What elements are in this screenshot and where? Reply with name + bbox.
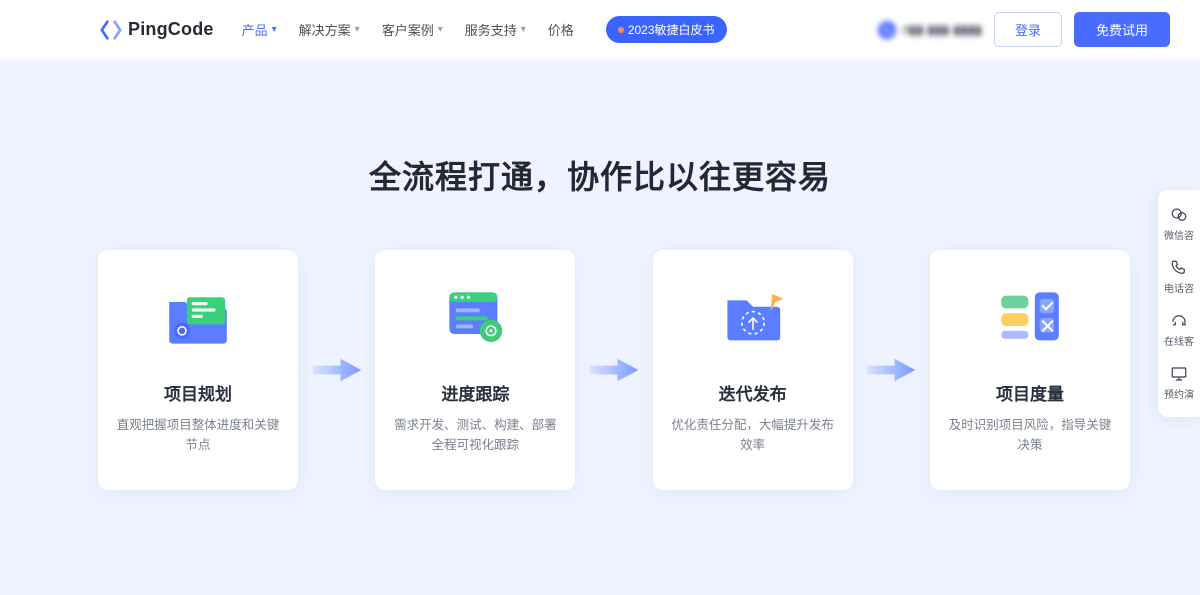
hero-title: 全流程打通，协作比以往更容易 xyxy=(0,152,1200,198)
nav-item-support[interactable]: 服务支持 ▾ xyxy=(465,20,526,39)
nav-item-pricing[interactable]: 价格 xyxy=(548,20,574,39)
headset-icon xyxy=(1170,312,1188,330)
nav-label: 产品 xyxy=(242,20,268,39)
nav-right: 4▮▮-▮▮▮-▮▮▮▮ 登录 免费试用 xyxy=(878,12,1170,47)
nav-label: 客户案例 xyxy=(382,20,434,39)
phone-icon xyxy=(878,21,896,39)
floatbar-label: 微信咨 xyxy=(1164,227,1194,242)
release-deploy-icon xyxy=(713,278,793,358)
badge-label: 2023敏捷白皮书 xyxy=(628,21,715,38)
presentation-icon xyxy=(1170,365,1188,383)
feature-card-planning: 项目规划 直观把握项目整体进度和关键节点 xyxy=(98,250,298,490)
brand-logo[interactable]: PingCode xyxy=(100,19,214,41)
floatbar-label: 在线客 xyxy=(1164,333,1194,348)
floatbar-label: 电话咨 xyxy=(1164,280,1194,295)
card-desc: 及时识别项目风险，指导关键决策 xyxy=(946,415,1114,455)
chevron-down-icon: ▾ xyxy=(355,24,360,35)
chevron-down-icon: ▾ xyxy=(521,24,526,35)
feature-card-tracking: 进度跟踪 需求开发、测试、构建、部署全程可视化跟踪 xyxy=(375,250,575,490)
card-title: 项目度量 xyxy=(996,380,1064,405)
card-desc: 需求开发、测试、构建、部署全程可视化跟踪 xyxy=(391,415,559,455)
card-desc: 优化责任分配，大幅提升发布效率 xyxy=(669,415,837,455)
floatbar-demo[interactable]: 预约演 xyxy=(1158,356,1200,409)
flow-arrow-icon xyxy=(575,250,652,490)
feature-card-metrics: 项目度量 及时识别项目风险，指导关键决策 xyxy=(930,250,1130,490)
floatbar-wechat[interactable]: 微信咨 xyxy=(1158,198,1200,250)
metrics-icon xyxy=(990,278,1070,358)
phone-text: 4▮▮-▮▮▮-▮▮▮▮ xyxy=(902,22,982,38)
chevron-down-icon: ▾ xyxy=(438,24,443,35)
nav-label: 解决方案 xyxy=(299,20,351,39)
main-menu: 产品 ▾ 解决方案 ▾ 客户案例 ▾ 服务支持 ▾ 价格 2023敏捷白皮书 xyxy=(242,16,727,43)
floatbar-phone[interactable]: 电话咨 xyxy=(1158,250,1200,303)
card-desc: 直观把握项目整体进度和关键节点 xyxy=(114,415,282,455)
chevron-down-icon: ▾ xyxy=(272,24,277,35)
floatbar-label: 预约演 xyxy=(1164,386,1194,401)
nav-label: 价格 xyxy=(548,20,574,39)
top-nav: PingCode 产品 ▾ 解决方案 ▾ 客户案例 ▾ 服务支持 ▾ 价格 20… xyxy=(0,0,1200,60)
login-button[interactable]: 登录 xyxy=(994,12,1062,47)
flow-arrow-icon xyxy=(853,250,930,490)
floatbar-chat[interactable]: 在线客 xyxy=(1158,303,1200,356)
feature-row: 项目规划 直观把握项目整体进度和关键节点 进度跟踪 需求开发、测试、构建、部署全… xyxy=(98,250,1130,490)
nav-item-solutions[interactable]: 解决方案 ▾ xyxy=(299,20,360,39)
progress-tracking-icon xyxy=(435,278,515,358)
nav-item-cases[interactable]: 客户案例 ▾ xyxy=(382,20,443,39)
nav-label: 服务支持 xyxy=(465,20,517,39)
phone-number[interactable]: 4▮▮-▮▮▮-▮▮▮▮ xyxy=(878,21,982,39)
brand-icon xyxy=(100,19,122,41)
feature-card-release: 迭代发布 优化责任分配，大幅提升发布效率 xyxy=(653,250,853,490)
phone-icon xyxy=(1170,259,1188,277)
card-title: 迭代发布 xyxy=(719,380,787,405)
card-title: 进度跟踪 xyxy=(441,380,509,405)
flow-arrow-icon xyxy=(298,250,375,490)
brand-name: PingCode xyxy=(128,19,214,40)
whitepaper-badge[interactable]: 2023敏捷白皮书 xyxy=(606,16,727,43)
card-title: 项目规划 xyxy=(164,380,232,405)
nav-item-product[interactable]: 产品 ▾ xyxy=(242,20,277,39)
folder-plan-icon xyxy=(158,278,238,358)
free-trial-button[interactable]: 免费试用 xyxy=(1074,12,1170,47)
wechat-icon xyxy=(1170,206,1188,224)
badge-dot-icon xyxy=(618,27,624,33)
floating-action-bar: 微信咨 电话咨 在线客 预约演 xyxy=(1158,190,1200,417)
